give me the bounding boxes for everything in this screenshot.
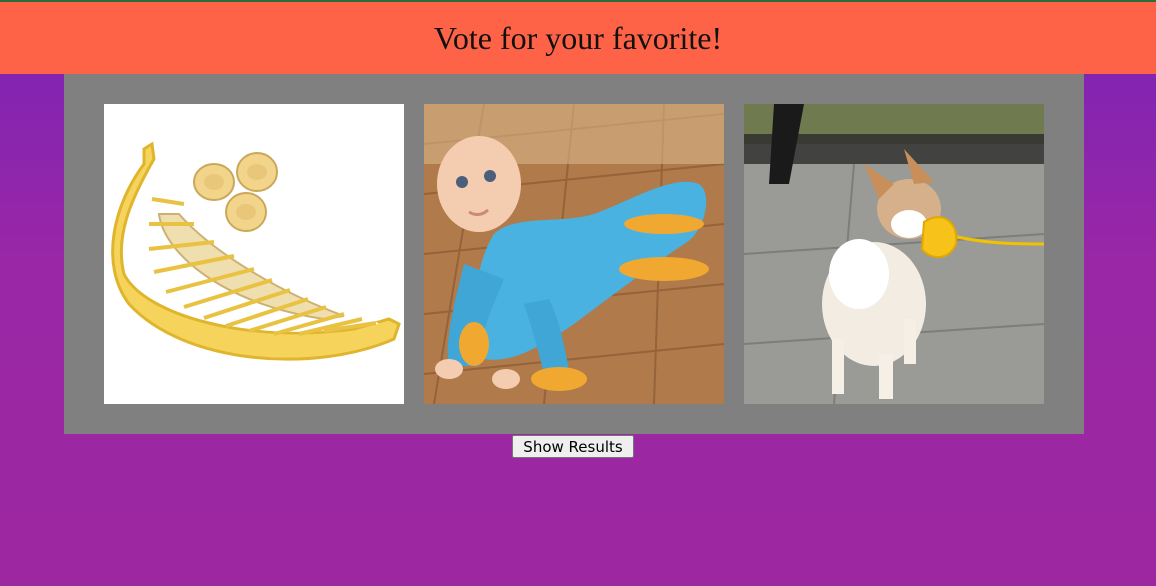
voting-panel xyxy=(64,74,1084,434)
show-results-button[interactable]: Show Results xyxy=(512,435,634,458)
page-header: Vote for your favorite! xyxy=(0,2,1156,74)
vote-option-baby-mop[interactable] xyxy=(424,104,724,404)
baby-mop-image xyxy=(424,104,724,404)
banana-slicer-image xyxy=(104,104,404,404)
page-title: Vote for your favorite! xyxy=(433,19,723,56)
vote-option-banana-slicer[interactable] xyxy=(104,104,404,404)
dog-duck-muzzle-image xyxy=(744,104,1044,404)
vote-option-dog-duck-muzzle[interactable] xyxy=(744,104,1044,404)
